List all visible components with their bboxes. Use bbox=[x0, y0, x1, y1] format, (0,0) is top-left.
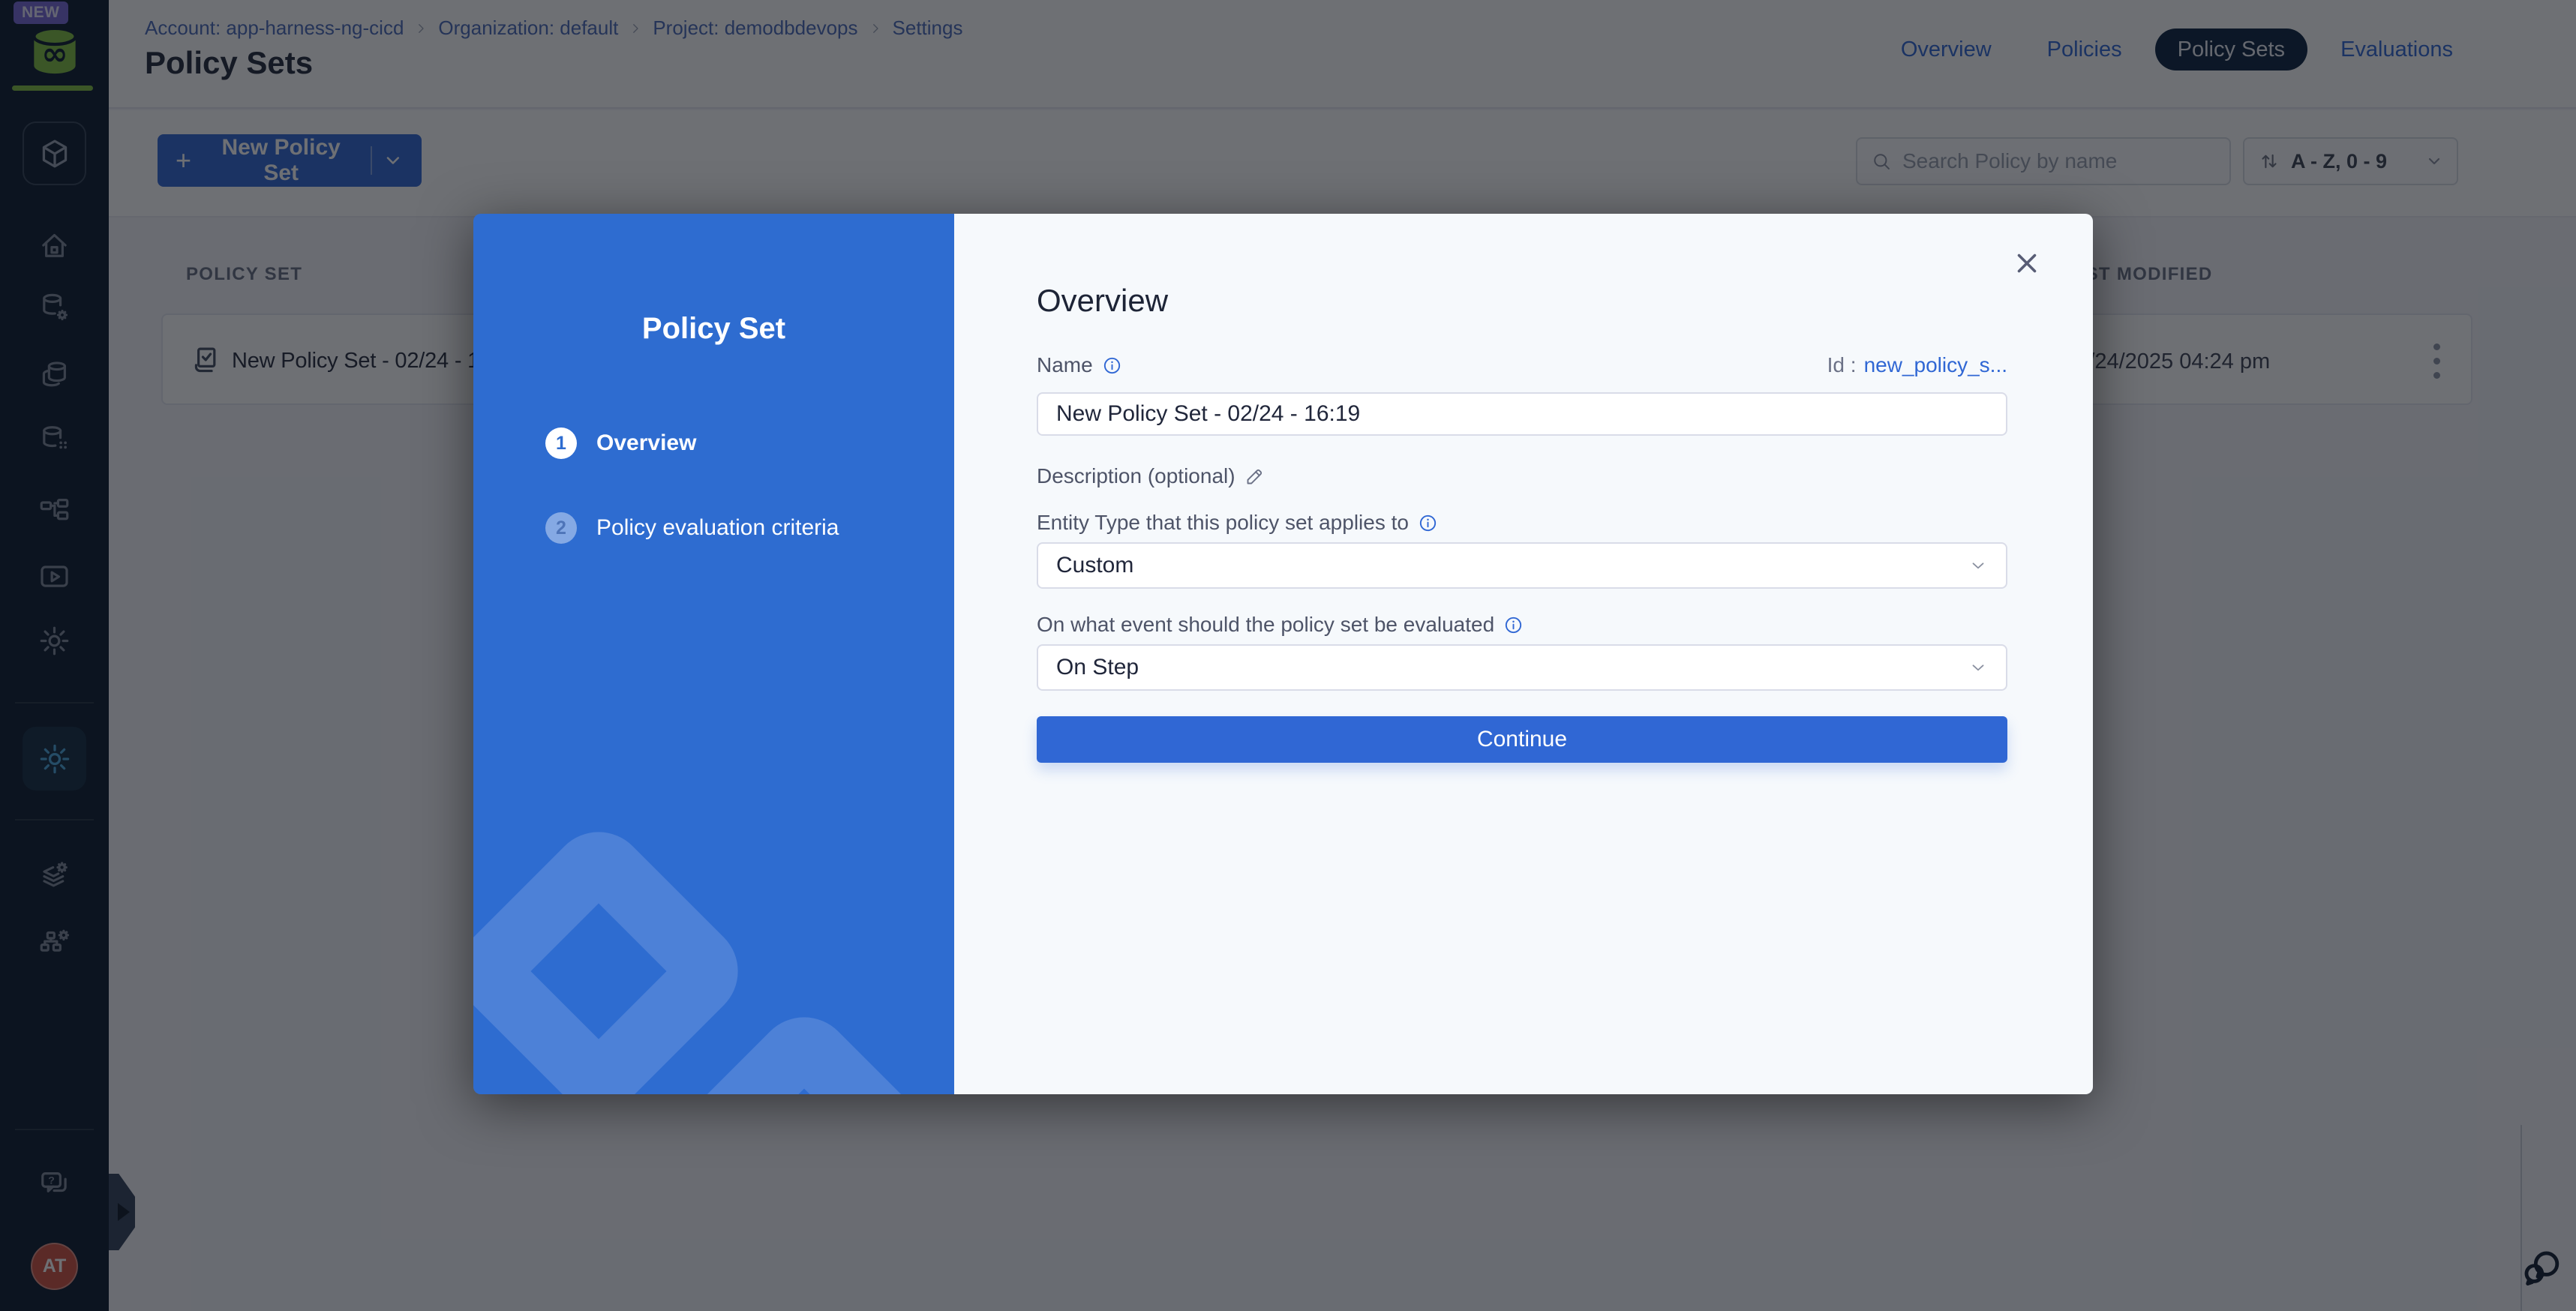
event-value: On Step bbox=[1056, 655, 1139, 680]
info-icon[interactable] bbox=[1503, 615, 1524, 635]
description-row: Description (optional) bbox=[1037, 464, 2007, 488]
wizard-steps-panel: Policy Set 1 Overview 2 Policy evaluatio… bbox=[473, 214, 954, 1094]
step-label: Policy evaluation criteria bbox=[596, 515, 839, 541]
entity-type-value: Custom bbox=[1056, 553, 1133, 578]
pencil-icon[interactable] bbox=[1244, 466, 1265, 487]
entity-type-select[interactable]: Custom bbox=[1037, 542, 2007, 589]
step-label: Overview bbox=[596, 430, 696, 456]
name-label: Name bbox=[1037, 353, 1093, 377]
form-heading: Overview bbox=[1037, 283, 1168, 319]
id-prefix: Id : bbox=[1827, 353, 1857, 377]
wizard-step-overview[interactable]: 1 Overview bbox=[545, 428, 696, 459]
step-number-badge: 2 bbox=[545, 512, 577, 544]
wizard-title: Policy Set bbox=[473, 312, 954, 346]
step-number-badge: 1 bbox=[545, 428, 577, 459]
wizard-step-policy-evaluation-criteria[interactable]: 2 Policy evaluation criteria bbox=[545, 512, 839, 544]
wizard-form-panel: Overview Name Id : new_policy_s... Descr… bbox=[954, 214, 2093, 1094]
entity-type-label: Entity Type that this policy set applies… bbox=[1037, 511, 1409, 535]
description-label: Description (optional) bbox=[1037, 464, 1235, 488]
id-link[interactable]: new_policy_s... bbox=[1864, 353, 2007, 377]
event-label: On what event should the policy set be e… bbox=[1037, 613, 1494, 637]
info-icon[interactable] bbox=[1102, 356, 1122, 376]
harness-logo-watermark bbox=[473, 812, 758, 1094]
event-select[interactable]: On Step bbox=[1037, 644, 2007, 691]
name-input[interactable] bbox=[1037, 392, 2007, 436]
chevron-down-icon bbox=[1968, 658, 1988, 677]
event-label-row: On what event should the policy set be e… bbox=[1037, 613, 2007, 637]
close-icon[interactable] bbox=[2013, 250, 2040, 277]
chevron-down-icon bbox=[1968, 556, 1988, 575]
entity-type-label-row: Entity Type that this policy set applies… bbox=[1037, 511, 2007, 535]
policy-set-wizard-modal: Policy Set 1 Overview 2 Policy evaluatio… bbox=[473, 214, 2093, 1094]
continue-button[interactable]: Continue bbox=[1037, 716, 2007, 763]
name-label-row: Name Id : new_policy_s... bbox=[1037, 353, 2007, 377]
info-icon[interactable] bbox=[1418, 513, 1438, 533]
